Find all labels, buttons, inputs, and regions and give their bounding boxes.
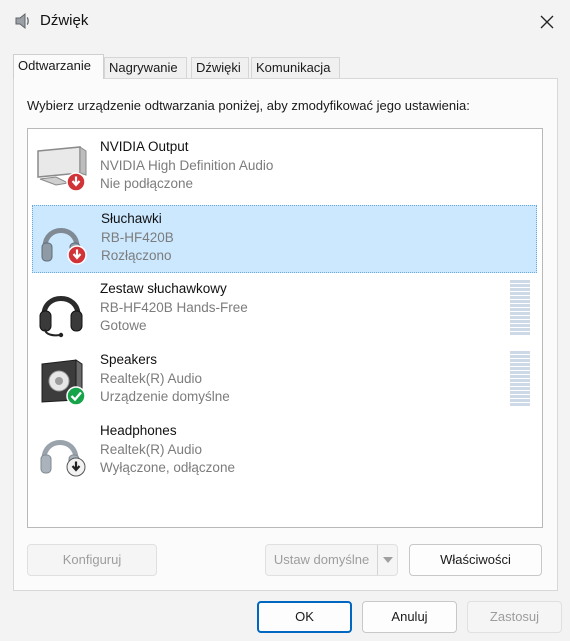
device-name: Słuchawki: [101, 211, 162, 226]
tab-panel-playback: Wybierz urządzenie odtwarzania poniżej, …: [13, 78, 558, 591]
device-item-nvidia-output[interactable]: NVIDIA Output NVIDIA High Definition Aud…: [32, 134, 537, 202]
volume-meter: [510, 351, 530, 407]
speaker-icon: [41, 359, 86, 406]
tab-sounds[interactable]: Dźwięki: [191, 57, 249, 79]
headphones-icon: [41, 228, 87, 265]
device-name: Zestaw słuchawkowy: [100, 281, 227, 296]
headphones-icon: [40, 440, 86, 477]
device-item-headset[interactable]: Zestaw słuchawkowy RB-HF420B Hands-Free …: [32, 276, 537, 344]
device-item-headphones[interactable]: Headphones Realtek(R) Audio Wyłączone, o…: [32, 418, 537, 486]
device-driver: NVIDIA High Definition Audio: [100, 157, 274, 173]
device-name: NVIDIA Output: [100, 139, 189, 154]
device-name: Speakers: [100, 352, 158, 367]
set-default-button[interactable]: Ustaw domyślne: [265, 544, 398, 576]
device-driver: RB-HF420B Hands-Free: [100, 299, 248, 315]
device-status: Rozłączono: [101, 248, 172, 263]
tab-playback[interactable]: Odtwarzanie: [13, 54, 104, 79]
device-item-speakers[interactable]: Speakers Realtek(R) Audio Urządzenie dom…: [32, 347, 537, 415]
set-default-label: Ustaw domyślne: [273, 552, 370, 567]
window-title: Dźwięk: [40, 12, 89, 29]
device-status: Nie podłączone: [100, 176, 194, 191]
title-bar: Dźwięk: [0, 0, 570, 44]
configure-button[interactable]: Konfiguruj: [27, 544, 157, 576]
device-status: Urządzenie domyślne: [100, 389, 230, 404]
volume-meter: [510, 280, 530, 336]
monitor-icon: [37, 146, 87, 192]
device-driver: RB-HF420B: [101, 229, 174, 245]
cancel-button[interactable]: Anuluj: [362, 601, 457, 633]
tab-communications[interactable]: Komunikacja: [251, 57, 340, 79]
properties-button[interactable]: Właściwości: [409, 544, 542, 576]
device-status: Gotowe: [100, 318, 147, 333]
device-item-sluchawki[interactable]: Słuchawki RB-HF420B Rozłączono: [32, 205, 537, 273]
device-name: Headphones: [100, 423, 177, 438]
close-icon: [540, 15, 554, 29]
device-driver: Realtek(R) Audio: [100, 370, 203, 386]
tab-recording[interactable]: Nagrywanie: [104, 57, 187, 79]
headset-icon: [39, 296, 83, 338]
speaker-app-icon: [15, 12, 29, 30]
ok-button[interactable]: OK: [257, 601, 352, 633]
device-status: Wyłączone, odłączone: [100, 460, 235, 475]
chevron-down-icon: [383, 557, 393, 563]
device-driver: Realtek(R) Audio: [100, 441, 203, 457]
set-default-dropdown[interactable]: [377, 545, 397, 575]
device-list[interactable]: NVIDIA Output NVIDIA High Definition Aud…: [27, 128, 543, 528]
apply-button[interactable]: Zastosuj: [467, 601, 562, 633]
close-button[interactable]: [524, 0, 570, 44]
instruction-text: Wybierz urządzenie odtwarzania poniżej, …: [27, 98, 470, 113]
